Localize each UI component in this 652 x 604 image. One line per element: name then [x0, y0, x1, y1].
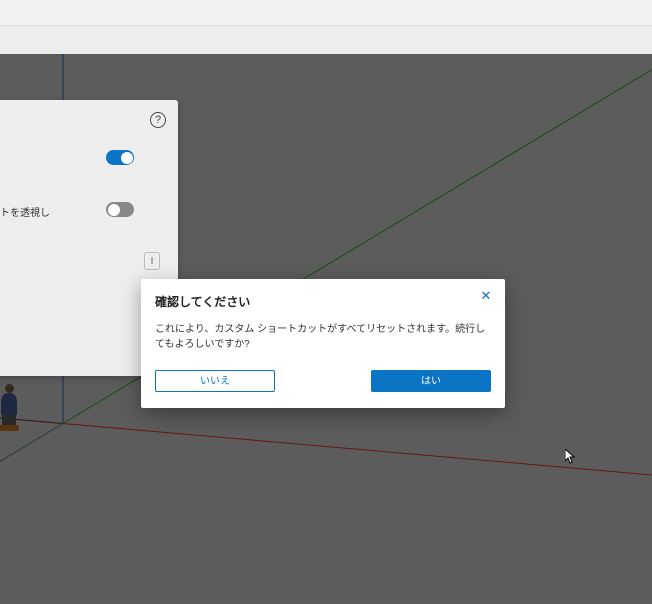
shortcut-key-field[interactable]: I	[144, 252, 160, 270]
dialog-title: 確認してください	[155, 293, 491, 310]
toggle-option-2[interactable]	[106, 202, 134, 217]
help-icon[interactable]: ?	[150, 112, 166, 128]
no-button[interactable]: いいえ	[155, 370, 275, 392]
scale-figure	[0, 384, 24, 432]
axis-green-negative	[0, 423, 63, 527]
yes-button[interactable]: はい	[371, 370, 491, 392]
dialog-body: これにより、カスタム ショートカットがすべてリセットされます。続行してもよろしい…	[155, 322, 491, 352]
toolbar-top	[0, 0, 652, 26]
confirm-dialog: 確認してください ✕ これにより、カスタム ショートカットがすべてリセットされま…	[141, 279, 505, 408]
close-icon[interactable]: ✕	[479, 289, 493, 303]
toolbar-sub	[0, 26, 652, 54]
toggle-option-1[interactable]	[106, 150, 134, 165]
axis-red	[63, 423, 652, 485]
